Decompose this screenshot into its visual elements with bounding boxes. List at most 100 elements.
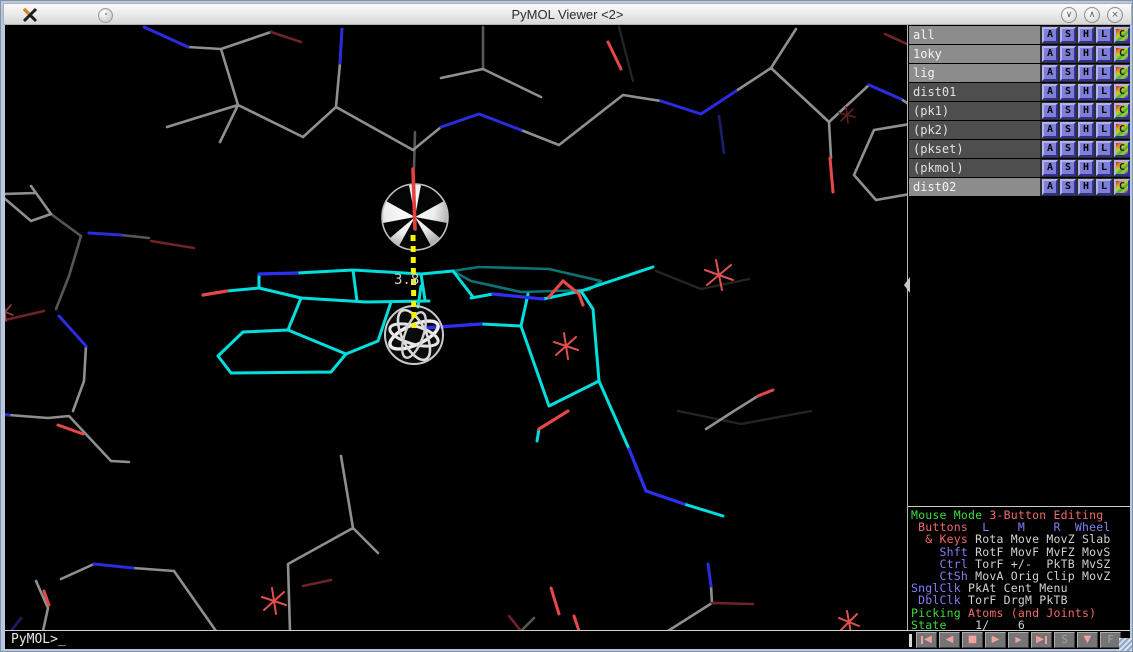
l-menu-button[interactable]: L bbox=[1096, 65, 1112, 81]
movie-playback-bar: ◀ ◀ ■ ▶ ▶ ▶ S ▼ F bbox=[907, 630, 1130, 649]
title-bar[interactable]: PyMOL Viewer <2> ∨ ∧ × bbox=[3, 3, 1132, 25]
h-menu-button[interactable]: H bbox=[1078, 46, 1094, 62]
c-menu-button[interactable]: C bbox=[1114, 65, 1130, 81]
back-icon: ◀ bbox=[946, 635, 954, 645]
step-forward-button[interactable]: ▶ bbox=[1008, 632, 1029, 648]
movie-menu-button[interactable]: ▼ bbox=[1077, 632, 1098, 648]
l-menu-button[interactable]: L bbox=[1096, 141, 1112, 157]
forward-icon: ▶ bbox=[1015, 635, 1021, 645]
object-name[interactable]: dist01 bbox=[909, 83, 1040, 101]
s-button[interactable]: S bbox=[1054, 632, 1075, 648]
h-menu-button[interactable]: H bbox=[1078, 65, 1094, 81]
water-stars bbox=[5, 107, 859, 630]
a-menu-button[interactable]: A bbox=[1042, 122, 1058, 138]
object-row-pkset: (pkset)ASHLC bbox=[909, 140, 1130, 158]
control-panel: allASHLC1okyASHLCligASHLCdist01ASHLC(pk1… bbox=[907, 25, 1130, 649]
ligand-sticks bbox=[203, 267, 723, 516]
a-menu-button[interactable]: A bbox=[1042, 141, 1058, 157]
l-menu-button[interactable]: L bbox=[1096, 46, 1112, 62]
c-menu-button[interactable]: C bbox=[1114, 46, 1130, 62]
object-row-all: allASHLC bbox=[909, 26, 1130, 44]
h-menu-button[interactable]: H bbox=[1078, 141, 1094, 157]
object-row-dist01: dist01ASHLC bbox=[909, 83, 1130, 101]
s-menu-button[interactable]: S bbox=[1060, 122, 1076, 138]
c-menu-button[interactable]: C bbox=[1114, 179, 1130, 195]
object-row-pk1: (pk1)ASHLC bbox=[909, 102, 1130, 120]
s-menu-button[interactable]: S bbox=[1060, 103, 1076, 119]
a-menu-button[interactable]: A bbox=[1042, 84, 1058, 100]
a-menu-button[interactable]: A bbox=[1042, 160, 1058, 176]
l-menu-button[interactable]: L bbox=[1096, 27, 1112, 43]
object-name[interactable]: dist02 bbox=[909, 178, 1040, 196]
h-menu-button[interactable]: H bbox=[1078, 84, 1094, 100]
step-back-button[interactable]: ◀ bbox=[939, 632, 960, 648]
f-button[interactable]: F bbox=[1100, 632, 1121, 648]
close-button[interactable]: × bbox=[1107, 7, 1123, 23]
a-menu-button[interactable]: A bbox=[1042, 27, 1058, 43]
c-menu-button[interactable]: C bbox=[1114, 27, 1130, 43]
l-menu-button[interactable]: L bbox=[1096, 103, 1112, 119]
object-list: allASHLC1okyASHLCligASHLCdist01ASHLC(pk1… bbox=[909, 26, 1130, 197]
rewind-button[interactable]: ◀ bbox=[916, 632, 937, 648]
protein-wireframe bbox=[5, 27, 907, 630]
l-menu-button[interactable]: L bbox=[1096, 160, 1112, 176]
fast-forward-button[interactable]: ▶ bbox=[1031, 632, 1052, 648]
a-menu-button[interactable]: A bbox=[1042, 179, 1058, 195]
a-menu-button[interactable]: A bbox=[1042, 46, 1058, 62]
object-row-1oky: 1okyASHLC bbox=[909, 45, 1130, 63]
play-button[interactable]: ▶ bbox=[985, 632, 1006, 648]
s-menu-button[interactable]: S bbox=[1060, 141, 1076, 157]
s-menu-button[interactable]: S bbox=[1060, 160, 1076, 176]
object-name[interactable]: (pk1) bbox=[909, 102, 1040, 120]
l-menu-button[interactable]: L bbox=[1096, 122, 1112, 138]
object-name[interactable]: 1oky bbox=[909, 45, 1040, 63]
skip-end-icon bbox=[1045, 636, 1047, 644]
skip-start-icon: ◀ bbox=[924, 635, 932, 645]
nitrogen-bonds bbox=[5, 27, 901, 586]
window-title: PyMOL Viewer <2> bbox=[4, 7, 1131, 22]
command-line-input[interactable]: PyMOL>_ bbox=[5, 630, 907, 649]
s-menu-button[interactable]: S bbox=[1060, 46, 1076, 62]
object-name[interactable]: all bbox=[909, 26, 1040, 44]
l-menu-button[interactable]: L bbox=[1096, 179, 1112, 195]
s-menu-button[interactable]: S bbox=[1060, 179, 1076, 195]
a-menu-button[interactable]: A bbox=[1042, 103, 1058, 119]
l-menu-button[interactable]: L bbox=[1096, 84, 1112, 100]
c-menu-button[interactable]: C bbox=[1114, 103, 1130, 119]
distance-label: 3.8 bbox=[394, 272, 419, 288]
s-menu-button[interactable]: S bbox=[1060, 27, 1076, 43]
skip-start-icon bbox=[921, 636, 923, 644]
s-menu-button[interactable]: S bbox=[1060, 65, 1076, 81]
s-menu-button[interactable]: S bbox=[1060, 84, 1076, 100]
h-menu-button[interactable]: H bbox=[1078, 179, 1094, 195]
c-menu-button[interactable]: C bbox=[1114, 160, 1130, 176]
molecular-viewport[interactable]: 3.8 bbox=[5, 25, 907, 630]
molecule-scene: 3.8 bbox=[5, 25, 907, 630]
mouse-mode-panel[interactable]: Mouse Mode 3-Button Editing Buttons L M … bbox=[908, 506, 1130, 631]
h-menu-button[interactable]: H bbox=[1078, 122, 1094, 138]
a-menu-button[interactable]: A bbox=[1042, 65, 1058, 81]
object-row-pkmol: (pkmol)ASHLC bbox=[909, 159, 1130, 177]
s-button-label: S bbox=[1061, 635, 1068, 645]
f-button-label: F bbox=[1107, 635, 1114, 645]
window-resize-grip-icon[interactable] bbox=[1119, 638, 1132, 651]
object-name[interactable]: (pk2) bbox=[909, 121, 1040, 139]
object-name[interactable]: lig bbox=[909, 64, 1040, 82]
playbar-grip-icon bbox=[909, 634, 912, 647]
c-menu-button[interactable]: C bbox=[1114, 141, 1130, 157]
object-name[interactable]: (pkset) bbox=[909, 140, 1040, 158]
minimize-button[interactable]: ∨ bbox=[1061, 7, 1077, 23]
c-menu-button[interactable]: C bbox=[1114, 122, 1130, 138]
h-menu-button[interactable]: H bbox=[1078, 103, 1094, 119]
object-name[interactable]: (pkmol) bbox=[909, 159, 1040, 177]
h-menu-button[interactable]: H bbox=[1078, 160, 1094, 176]
object-row-dist02: dist02ASHLC bbox=[909, 178, 1130, 196]
object-row-pk2: (pk2)ASHLC bbox=[909, 121, 1130, 139]
maximize-button[interactable]: ∧ bbox=[1084, 7, 1100, 23]
h-menu-button[interactable]: H bbox=[1078, 27, 1094, 43]
skip-end-icon: ▶ bbox=[1036, 635, 1044, 645]
stop-icon: ■ bbox=[968, 635, 977, 645]
c-menu-button[interactable]: C bbox=[1114, 84, 1130, 100]
pymol-viewer-window: PyMOL Viewer <2> ∨ ∧ × bbox=[0, 0, 1133, 652]
stop-button[interactable]: ■ bbox=[962, 632, 983, 648]
